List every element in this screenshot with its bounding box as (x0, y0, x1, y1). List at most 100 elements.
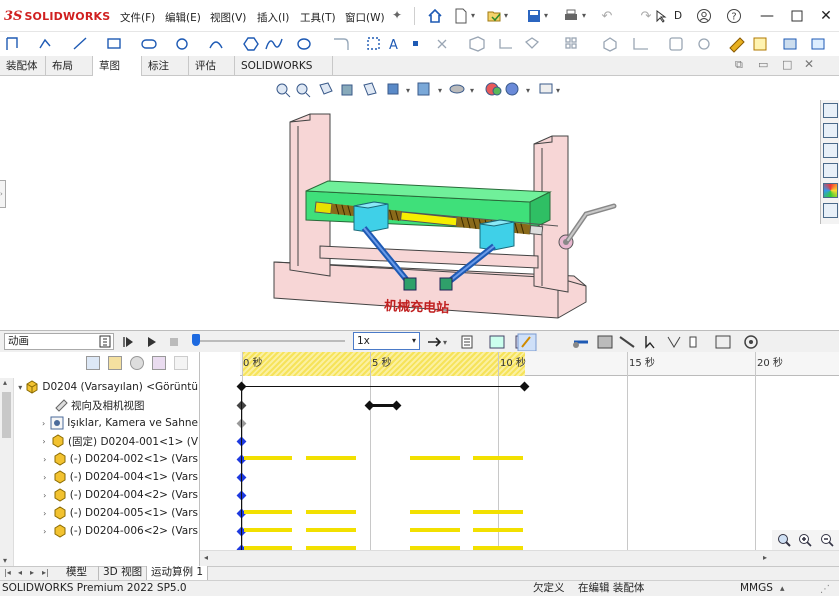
playback-slider-handle[interactable] (192, 334, 200, 346)
tree-row[interactable]: › (-) D0204-005<1> (Vars (0, 504, 198, 522)
tree-row[interactable]: › (-) D0204-002<1> (Vars (0, 450, 198, 468)
change-bar[interactable] (473, 510, 523, 514)
tree-row[interactable]: › (-) D0204-006<2> (Vars (0, 522, 198, 540)
graphics-area[interactable]: ▾ ▾ ▾ ▾ ▾ › 机械充电站 (0, 76, 839, 330)
tree-row[interactable]: ▾ D0204 (Varsayılan) <Görüntü (0, 378, 198, 396)
feature-manager-toggle-icon[interactable]: › (0, 180, 6, 208)
time-marker[interactable] (241, 386, 242, 550)
home-icon[interactable] (426, 7, 444, 25)
filter-icon[interactable] (86, 356, 100, 370)
change-bar[interactable] (244, 528, 292, 532)
expand-icon[interactable]: › (40, 527, 50, 536)
playback-slider-track[interactable] (195, 340, 345, 342)
filter-selected-icon[interactable] (152, 356, 166, 370)
expand-icon[interactable]: › (40, 419, 47, 428)
tab-scroll-prev-icon[interactable]: ◂ (18, 568, 22, 577)
tree-row[interactable]: › (-) D0204-004<1> (Vars (0, 468, 198, 486)
view-palette-icon[interactable] (823, 163, 838, 178)
tab-annotation[interactable]: 标注 (142, 56, 189, 76)
chevron-down-icon[interactable]: ▾ (582, 11, 586, 20)
menu-view[interactable]: 视图(V) (210, 10, 246, 25)
chevron-up-icon[interactable]: ▴ (780, 582, 785, 597)
tree-row[interactable]: › Işıklar, Kamera ve Sahne (0, 414, 198, 432)
change-bar[interactable] (244, 510, 292, 514)
chevron-down-icon[interactable]: ▾ (544, 11, 548, 20)
tab-scroll-next-icon[interactable]: ▸ (30, 568, 34, 577)
close-icon[interactable]: ✕ (817, 7, 835, 25)
minimize-icon[interactable]: — (758, 7, 776, 25)
undo-icon[interactable]: ↶ (598, 7, 616, 25)
change-bar[interactable] (306, 510, 356, 514)
save-icon[interactable] (525, 7, 543, 25)
solidworks-logo[interactable]: 3S SOLIDWORKS (4, 8, 110, 24)
tab-sketch[interactable]: 草图 (93, 56, 142, 77)
tab-layout[interactable]: 布局 (46, 56, 93, 76)
change-bar[interactable] (410, 528, 460, 532)
change-bar[interactable] (306, 456, 356, 460)
select-icon[interactable] (652, 7, 670, 25)
user-icon[interactable] (695, 7, 713, 25)
tab-3d-views[interactable]: 3D 视图 (98, 566, 146, 580)
menu-tools[interactable]: 工具(T) (300, 10, 336, 25)
maximize-icon[interactable] (788, 7, 806, 25)
sketch-tools-icons[interactable]: A (0, 34, 839, 54)
zoom-in-icon[interactable] (797, 532, 813, 548)
change-bar[interactable] (473, 528, 523, 532)
design-library-icon[interactable] (823, 123, 838, 138)
motion-tools[interactable]: ▾ (424, 333, 839, 351)
pane-close-icon[interactable]: ✕ (804, 57, 814, 71)
change-bar[interactable] (244, 456, 292, 460)
chevron-down-icon[interactable]: ▾ (471, 11, 475, 20)
chevron-down-icon[interactable]: ▾ (504, 11, 508, 20)
tab-solidworks-addins[interactable]: SOLIDWORKS 插件 (235, 56, 333, 92)
pane-minimize-icon[interactable]: ▭ (758, 58, 768, 71)
help-icon[interactable]: ? (725, 7, 743, 25)
tab-evaluate[interactable]: 评估 (189, 56, 235, 76)
zoom-out-icon[interactable] (819, 532, 835, 548)
collapse-icon[interactable]: ▾ (18, 383, 22, 392)
units-selector[interactable]: MMGS (740, 581, 773, 596)
expand-icon[interactable]: › (40, 491, 50, 500)
tab-scroll-first-icon[interactable]: |◂ (4, 568, 11, 577)
menu-insert[interactable]: 插入(I) (257, 10, 289, 25)
assembly-model-view[interactable]: 机械充电站 (268, 106, 628, 328)
open-icon[interactable] (485, 7, 503, 25)
file-explorer-icon[interactable] (823, 143, 838, 158)
motion-manager-toolbar: 动画 ▾ 1x ▾ ▾ (0, 330, 839, 352)
menu-edit[interactable]: 编辑(E) (165, 10, 201, 25)
print-icon[interactable] (562, 7, 580, 25)
tab-assembly[interactable]: 装配体 (0, 56, 46, 76)
tab-model[interactable]: 模型 (62, 566, 91, 580)
custom-properties-icon[interactable] (823, 203, 838, 218)
zoom-to-fit-icon[interactable] (776, 532, 792, 548)
pane-maximize-icon[interactable]: □ (782, 58, 792, 71)
tab-motion-study[interactable]: 运动算例 1 (146, 566, 209, 580)
expand-icon[interactable]: › (40, 473, 50, 482)
change-bar[interactable] (410, 510, 460, 514)
tree-row[interactable]: › (固定) D0204-001<1> (V (0, 432, 198, 450)
playback-controls[interactable] (98, 334, 188, 350)
restore-pane-icon[interactable]: ⧉ (735, 58, 743, 72)
home-icon[interactable] (823, 103, 838, 118)
change-bar[interactable] (473, 456, 523, 460)
filter-animated-icon[interactable] (108, 356, 122, 370)
expand-icon[interactable]: › (40, 509, 50, 518)
tab-scroll-last-icon[interactable]: ▸| (42, 568, 49, 577)
part-icon (53, 506, 67, 520)
menu-file[interactable]: 文件(F) (120, 10, 155, 25)
heads-up-view-toolbar[interactable]: ▾ ▾ ▾ ▾ ▾ (272, 79, 572, 101)
filter-driving-icon[interactable] (130, 356, 144, 370)
appearances-icon[interactable] (823, 183, 838, 198)
new-document-icon[interactable] (452, 7, 470, 25)
change-bar[interactable] (306, 528, 356, 532)
pin-icon[interactable]: ✦ (392, 8, 402, 22)
menu-window[interactable]: 窗口(W) (345, 10, 385, 25)
timeline-scrollbar[interactable]: ◂ ▸ (200, 550, 839, 566)
tree-row[interactable]: 视向及相机视图 (0, 396, 198, 414)
change-bar[interactable] (410, 456, 460, 460)
expand-icon[interactable]: › (40, 455, 50, 464)
tree-row[interactable]: › (-) D0204-004<2> (Vars (0, 486, 198, 504)
expand-icon[interactable]: › (40, 437, 48, 446)
filter-results-icon[interactable] (174, 356, 188, 370)
playback-speed-select[interactable]: 1x ▾ (353, 332, 420, 350)
